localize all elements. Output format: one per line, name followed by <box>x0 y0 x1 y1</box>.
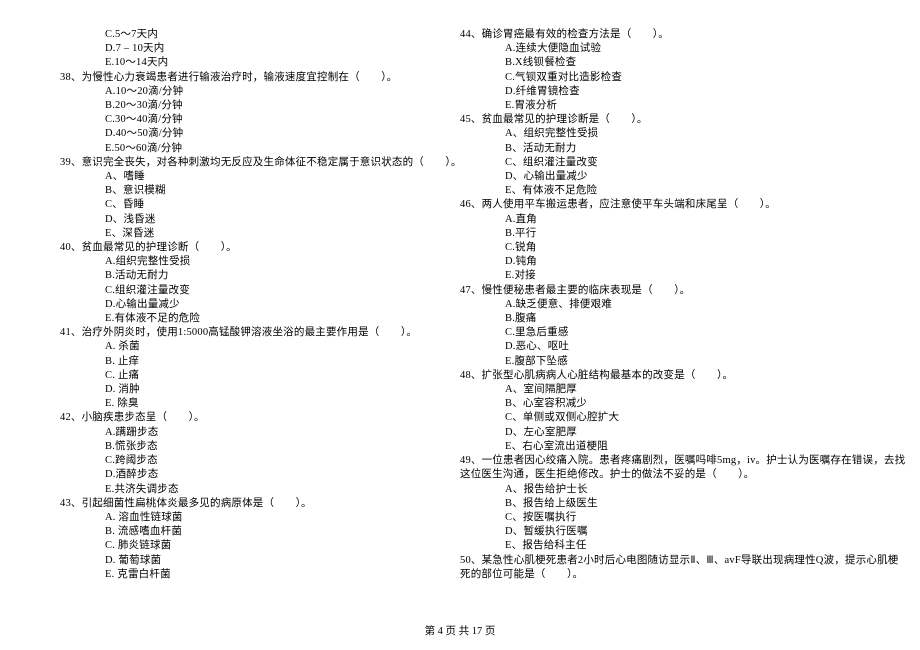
option: B.20～30滴/分钟 <box>105 99 440 113</box>
option: C.锐角 <box>505 241 840 255</box>
option: B、意识模糊 <box>105 184 440 198</box>
left-column: C.5～7天内D.7 – 10天内E.10～14天内38、为慢性心力衰竭患者进行… <box>60 28 460 582</box>
option: D.纤维胃镜检查 <box>505 85 840 99</box>
option: D、暂缓执行医嘱 <box>505 525 840 539</box>
option: C、单侧或双侧心腔扩大 <box>505 411 840 425</box>
option: D.心输出量减少 <box>105 298 440 312</box>
option: B.X线钡餐检查 <box>505 56 840 70</box>
question-stem: 47、慢性便秘患者最主要的临床表现是（ ）。 <box>460 284 840 298</box>
page-footer: 第 4 页 共 17 页 <box>0 623 920 638</box>
option: C. 肺炎链球菌 <box>105 539 440 553</box>
option: E.有体液不足的危险 <box>105 312 440 326</box>
option: E、右心室流出道梗阻 <box>505 440 840 454</box>
option: D. 消肿 <box>105 383 440 397</box>
option: E.共济失调步态 <box>105 483 440 497</box>
question-stem: 41、治疗外阴炎时，使用1:5000高锰酸钾溶液坐浴的最主要作用是（ ）。 <box>60 326 440 340</box>
option: A.直角 <box>505 213 840 227</box>
option: D.钝角 <box>505 255 840 269</box>
option: B. 流感嗜血杆菌 <box>105 525 440 539</box>
option: A、组织完整性受损 <box>505 127 840 141</box>
option: C.30～40滴/分钟 <box>105 113 440 127</box>
question-stem: 50、某急性心肌梗死患者2小时后心电图随访显示Ⅱ、Ⅲ、avF导联出现病理性Q波，… <box>460 554 840 568</box>
option: A.连续大便隐血试验 <box>505 42 840 56</box>
right-column: 44、确诊胃癌最有效的检查方法是（ ）。A.连续大便隐血试验B.X线钡餐检查C.… <box>460 28 860 582</box>
option: A.10～20滴/分钟 <box>105 85 440 99</box>
option: B.平行 <box>505 227 840 241</box>
question-stem: 42、小脑疾患步态呈（ ）。 <box>60 411 440 425</box>
option: D、心输出量减少 <box>505 170 840 184</box>
option: E.50～60滴/分钟 <box>105 142 440 156</box>
option: C. 止痛 <box>105 369 440 383</box>
option: A. 杀菌 <box>105 340 440 354</box>
question-stem: 44、确诊胃癌最有效的检查方法是（ ）。 <box>460 28 840 42</box>
question-stem: 48、扩张型心肌病病人心脏结构最基本的改变是（ ）。 <box>460 369 840 383</box>
option: B.慌张步态 <box>105 440 440 454</box>
option: A. 溶血性链球菌 <box>105 511 440 525</box>
option: C.5～7天内 <box>105 28 440 42</box>
question-stem-cont: 死的部位可能是（ ）。 <box>460 568 840 582</box>
option: C.组织灌注量改变 <box>105 284 440 298</box>
option: C、组织灌注量改变 <box>505 156 840 170</box>
question-stem: 45、贫血最常见的护理诊断是（ ）。 <box>460 113 840 127</box>
option: D.40～50滴/分钟 <box>105 127 440 141</box>
option: B. 止痒 <box>105 355 440 369</box>
option: B、活动无耐力 <box>505 142 840 156</box>
option: A、嗜睡 <box>105 170 440 184</box>
option: A.蹒跚步态 <box>105 426 440 440</box>
option: D.酒醉步态 <box>105 468 440 482</box>
option: E、有体液不足危险 <box>505 184 840 198</box>
option: E. 克雷白杆菌 <box>105 568 440 582</box>
option: D、左心室肥厚 <box>505 426 840 440</box>
question-stem-cont: 这位医生沟通，医生拒绝修改。护士的做法不妥的是（ ）。 <box>460 468 840 482</box>
option: D、浅昏迷 <box>105 213 440 227</box>
option: A.缺乏便意、排便艰难 <box>505 298 840 312</box>
option: A.组织完整性受损 <box>105 255 440 269</box>
exam-page: C.5～7天内D.7 – 10天内E.10～14天内38、为慢性心力衰竭患者进行… <box>0 0 920 582</box>
option: E. 除臭 <box>105 397 440 411</box>
option: A、室间隔肥厚 <box>505 383 840 397</box>
option: E、报告给科主任 <box>505 539 840 553</box>
option: E.对接 <box>505 269 840 283</box>
question-stem: 43、引起细菌性扁桃体炎最多见的病原体是（ ）。 <box>60 497 440 511</box>
option: B、报告给上级医生 <box>505 497 840 511</box>
option: D.恶心、呕吐 <box>505 340 840 354</box>
option: E.10～14天内 <box>105 56 440 70</box>
question-stem: 49、一位患者因心绞痛入院。患者疼痛剧烈，医嘱吗啡5mg，iv。护士认为医嘱存在… <box>460 454 840 468</box>
option: B、心室容积减少 <box>505 397 840 411</box>
option: E.腹部下坠感 <box>505 355 840 369</box>
option: C、按医嘱执行 <box>505 511 840 525</box>
option: E、深昏迷 <box>105 227 440 241</box>
question-stem: 38、为慢性心力衰竭患者进行输液治疗时，输液速度宜控制在（ ）。 <box>60 71 440 85</box>
question-stem: 39、意识完全丧失，对各种刺激均无反应及生命体征不稳定属于意识状态的（ ）。 <box>60 156 440 170</box>
option: E.胃液分析 <box>505 99 840 113</box>
question-stem: 40、贫血最常见的护理诊断（ ）。 <box>60 241 440 255</box>
option: C.跨阈步态 <box>105 454 440 468</box>
option: C.里急后重感 <box>505 326 840 340</box>
question-stem: 46、两人使用平车搬运患者，应注意使平车头端和床尾呈（ ）。 <box>460 198 840 212</box>
option: D. 葡萄球菌 <box>105 554 440 568</box>
option: C、昏睡 <box>105 198 440 212</box>
option: D.7 – 10天内 <box>105 42 440 56</box>
option: B.活动无耐力 <box>105 269 440 283</box>
option: C.气钡双重对比造影检查 <box>505 71 840 85</box>
option: A、报告给护士长 <box>505 483 840 497</box>
option: B.腹痛 <box>505 312 840 326</box>
